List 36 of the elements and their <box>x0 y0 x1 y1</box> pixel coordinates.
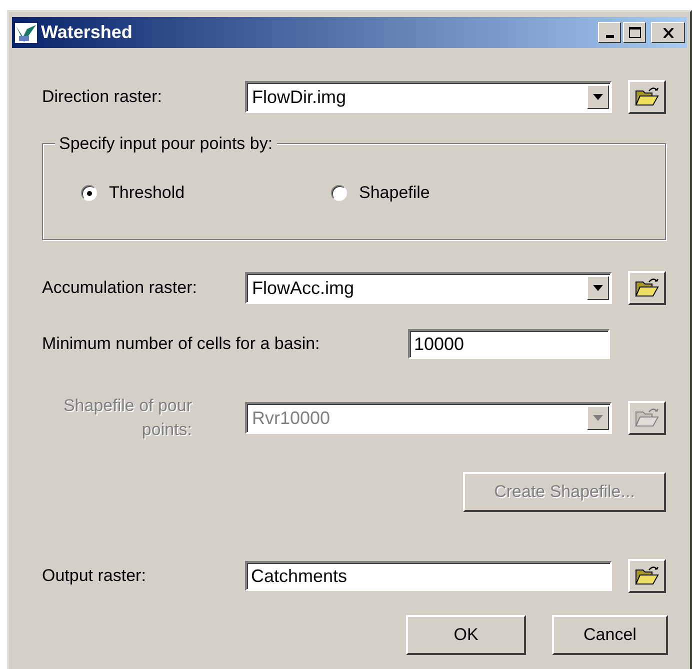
caret-icon <box>593 94 603 100</box>
radio-option[interactable]: Shapefile <box>331 183 581 203</box>
radio-circle[interactable] <box>81 185 97 201</box>
folder-icon <box>634 407 660 429</box>
maximize-button[interactable] <box>623 22 646 43</box>
dropdown-button[interactable] <box>587 276 609 300</box>
minimize-button[interactable] <box>598 22 621 43</box>
minimize-icon <box>606 35 614 38</box>
field-label: Minimum number of cells for a basin: <box>42 334 321 354</box>
maximize-icon <box>628 27 640 38</box>
field-label: Shapefile of pour points: <box>62 395 192 441</box>
browse-button[interactable] <box>628 559 666 593</box>
dialog-button[interactable]: Cancel <box>552 615 668 655</box>
caret-icon <box>593 415 603 421</box>
browse-button[interactable] <box>628 271 666 305</box>
group-title: Specify input pour points by: <box>55 134 277 154</box>
folder-icon <box>634 86 660 108</box>
dialog-button[interactable]: OK <box>406 615 526 655</box>
browse-button[interactable] <box>628 80 666 114</box>
input-field[interactable]: Catchments <box>245 561 612 591</box>
close-icon <box>662 28 674 38</box>
dropdown-button[interactable] <box>587 85 609 109</box>
field-label: Output raster: <box>42 566 147 586</box>
folder-icon <box>634 277 660 299</box>
input-field[interactable]: 10000 <box>408 329 610 359</box>
caret-icon <box>593 285 603 291</box>
folder-icon <box>634 565 660 587</box>
radio-option[interactable]: Threshold <box>81 183 331 203</box>
field-label: Direction raster: <box>42 87 163 107</box>
raster-dropdown[interactable]: FlowAcc.img <box>245 272 612 304</box>
radio-circle[interactable] <box>331 185 347 201</box>
field-label: Accumulation raster: <box>42 278 198 298</box>
raster-dropdown[interactable]: FlowDir.img <box>245 81 612 113</box>
window-title: Watershed <box>41 22 134 43</box>
close-button[interactable] <box>651 22 685 43</box>
app-icon <box>15 22 37 42</box>
